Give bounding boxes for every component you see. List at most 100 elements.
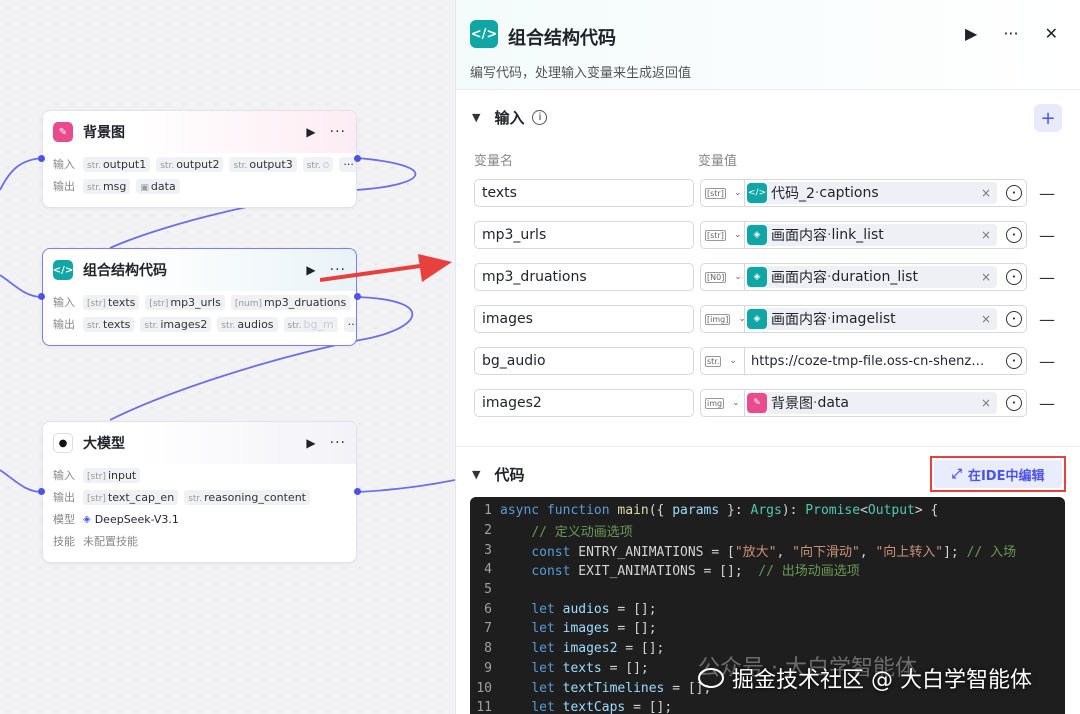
close-button[interactable]: ✕ — [1045, 24, 1058, 43]
variable-name-input[interactable]: mp3_druations — [474, 263, 694, 291]
clear-icon[interactable]: × — [981, 228, 991, 242]
play-icon[interactable]: ▶ — [306, 436, 315, 450]
reference-chip[interactable]: ◈ 画面内容 · imagelist × — [747, 308, 997, 330]
variable-name-input[interactable]: texts — [474, 179, 694, 207]
variable-picker-icon[interactable]: • — [1006, 185, 1022, 201]
remove-row-button[interactable]: — — [1039, 352, 1055, 371]
chevron-down-icon[interactable]: ▼ — [472, 468, 480, 481]
red-arrow-annotation — [320, 254, 452, 282]
model-label: 模型 — [53, 513, 75, 526]
node-inputs: 输入 [str] texts [str] mp3_urls [num] mp3_dru… — [43, 291, 356, 313]
input-section-header[interactable]: ▼ 输入 i — [456, 90, 1080, 144]
variable-name-input[interactable]: images2 — [474, 389, 694, 417]
node-outputs: 输出 str. msg ▣ data — [43, 175, 356, 197]
type-select[interactable]: [img] ⌄ — [700, 305, 746, 333]
node-title: 背景图 — [83, 125, 125, 141]
param-tag: str. bg_m — [283, 316, 338, 332]
variable-value-field[interactable]: ◈ 画面内容 · link_list × • — [744, 221, 1027, 249]
node-outputs: 输出 str. texts str. images2 str. audios str.… — [43, 313, 356, 335]
variable-picker-icon[interactable]: • — [1006, 353, 1022, 369]
inputs-label: 输入 — [53, 469, 75, 482]
output-port[interactable] — [354, 293, 361, 300]
add-variable-button[interactable]: + — [1034, 104, 1062, 132]
image-edit-icon: ✎ — [747, 393, 767, 413]
type-select[interactable]: [str] ⌄ — [700, 221, 744, 249]
input-port[interactable] — [38, 488, 45, 495]
chevron-down-icon[interactable]: ▼ — [472, 111, 480, 124]
more-icon[interactable]: ··· — [330, 435, 346, 451]
section-title: 代码 — [494, 465, 525, 484]
node-skill: 技能 未配置技能 — [43, 530, 356, 552]
image-icon: ▣ — [140, 182, 149, 193]
remove-row-button[interactable]: — — [1039, 184, 1055, 203]
type-select[interactable]: [N0] ⌄ — [700, 263, 744, 291]
clear-icon[interactable]: × — [981, 186, 991, 200]
literal-value[interactable]: https://coze-tmp-file.oss-cn-shenz… — [747, 354, 992, 369]
variable-name-input[interactable]: bg_audio — [474, 347, 694, 375]
panel-title[interactable]: 组合结构代码 — [508, 24, 616, 50]
variable-value-field[interactable]: </> 代码_2 · captions × • — [744, 179, 1027, 207]
remove-row-button[interactable]: — — [1039, 268, 1055, 287]
wechat-icon — [698, 668, 724, 688]
param-tag: ▣ data — [136, 178, 180, 194]
node-config-panel: </> 组合结构代码 编写代码，处理输入变量来生成返回值 ▶ ··· ✕ ▼ 输… — [455, 0, 1080, 714]
reference-chip[interactable]: </> 代码_2 · captions × — [747, 182, 997, 204]
skill-label: 技能 — [53, 535, 75, 548]
variable-picker-icon[interactable]: • — [1006, 269, 1022, 285]
variable-row: images2 img ⌄ ✎ 背景图 · data × • — — [474, 389, 1055, 417]
play-icon[interactable]: ▶ — [306, 263, 315, 277]
type-select[interactable]: str. ⌄ — [700, 347, 744, 375]
code-icon: </> — [747, 183, 767, 203]
param-tag: str. output3 — [229, 156, 297, 172]
info-icon[interactable]: i — [532, 109, 548, 125]
variable-picker-icon[interactable]: • — [1006, 311, 1022, 327]
run-button[interactable]: ▶ — [965, 24, 977, 43]
node-background-image[interactable]: ✎ 背景图 ▶ ··· 输入 str. output1 str. output2 s… — [42, 110, 357, 208]
remove-row-button[interactable]: — — [1039, 394, 1055, 413]
node-combine-code[interactable]: </> 组合结构代码 ▶ ··· 输入 [str] texts [str] mp3_… — [42, 248, 357, 346]
chevron-down-icon: ⌄ — [732, 398, 740, 408]
panel-description[interactable]: 编写代码，处理输入变量来生成返回值 — [470, 62, 691, 81]
variable-name-input[interactable]: images — [474, 305, 694, 333]
reference-chip[interactable]: ◈ 画面内容 · duration_list × — [747, 266, 997, 288]
section-title: 输入 — [494, 108, 525, 127]
panel-header: </> 组合结构代码 编写代码，处理输入变量来生成返回值 ▶ ··· ✕ — [456, 0, 1080, 90]
type-select[interactable]: [str] ⌄ — [700, 179, 744, 207]
play-icon[interactable]: ▶ — [306, 125, 315, 139]
clear-icon[interactable]: × — [981, 312, 991, 326]
workflow-canvas[interactable]: ✎ 背景图 ▶ ··· 输入 str. output1 str. output2 s… — [0, 0, 455, 714]
variable-value-field[interactable]: ◈ 画面内容 · duration_list × • — [744, 263, 1027, 291]
input-port[interactable] — [38, 155, 45, 162]
variable-picker-icon[interactable]: • — [1006, 227, 1022, 243]
output-port[interactable] — [354, 155, 361, 162]
output-port[interactable] — [354, 488, 361, 495]
clear-icon[interactable]: × — [981, 396, 991, 410]
variable-row: mp3_druations [N0] ⌄ ◈ 画面内容 · duration_li… — [474, 263, 1055, 291]
param-tag: [str] mp3_urls — [145, 294, 225, 310]
more-icon[interactable]: ··· — [330, 124, 346, 140]
input-port[interactable] — [38, 293, 45, 300]
variable-value-field[interactable]: ◈ 画面内容 · imagelist × • — [744, 305, 1027, 333]
variable-value-field[interactable]: https://coze-tmp-file.oss-cn-shenz… • — [744, 347, 1027, 375]
node-llm[interactable]: ● 大模型 ▶ ··· 输入 [str] input 输出 [str] text_c… — [42, 421, 357, 563]
more-button[interactable]: ··· — [1003, 24, 1018, 43]
node-title: 组合结构代码 — [83, 263, 167, 279]
clear-icon[interactable]: × — [981, 270, 991, 284]
remove-row-button[interactable]: — — [1039, 226, 1055, 245]
variable-picker-icon[interactable]: • — [1006, 395, 1022, 411]
reference-chip[interactable]: ✎ 背景图 · data × — [747, 392, 997, 414]
more-tags[interactable]: ··· — [343, 316, 356, 332]
outputs-label: 输出 — [53, 318, 75, 331]
chevron-down-icon: ⌄ — [733, 230, 742, 240]
remove-row-button[interactable]: — — [1039, 310, 1055, 329]
variable-value-field[interactable]: ✎ 背景图 · data × • — [744, 389, 1027, 417]
image-edit-icon: ✎ — [53, 122, 73, 142]
edit-in-ide-button[interactable]: ⤢ 在IDE中编辑 — [934, 460, 1062, 488]
column-header-name: 变量名 — [474, 154, 514, 169]
reference-chip[interactable]: ◈ 画面内容 · link_list × — [747, 224, 997, 246]
type-select[interactable]: img ⌄ — [700, 389, 744, 417]
layers-icon: ◈ — [747, 225, 767, 245]
variable-row: bg_audio str. ⌄ https://coze-tmp-file.oss… — [474, 347, 1055, 375]
edit-in-ide-highlight: ⤢ 在IDE中编辑 — [930, 456, 1066, 492]
variable-name-input[interactable]: mp3_urls — [474, 221, 694, 249]
